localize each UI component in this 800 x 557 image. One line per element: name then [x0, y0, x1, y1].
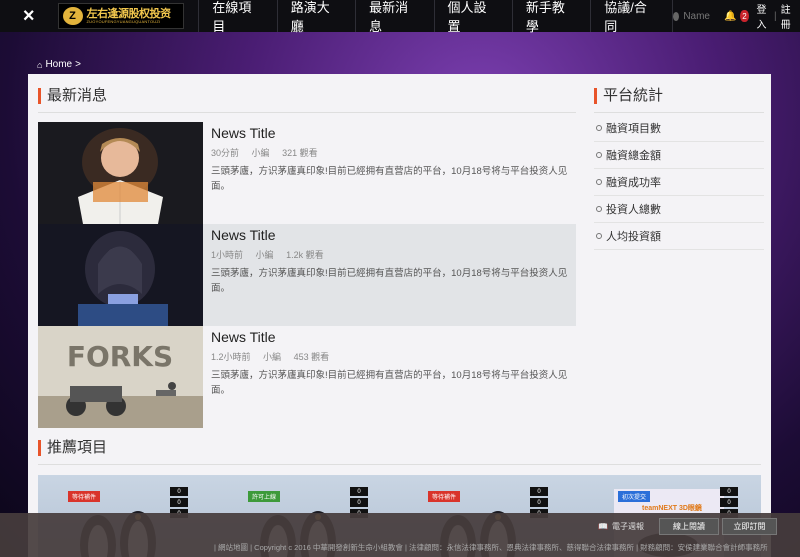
footer: 📖 電子週報 線上閱讀 立即訂閱 | 網站地圖 | Copyright c 20…: [0, 513, 800, 557]
logo-box: Z 左右逢源股权投资 ZUOYOUFENGYUANGUQUANTOUZI: [57, 3, 184, 29]
recommend-divider: [38, 464, 761, 465]
news-meta: 30分前 小編 321 觀看: [211, 146, 569, 159]
breadcrumb-separator: >: [75, 59, 81, 70]
stats-item-label: 投資人總數: [606, 204, 661, 216]
logo[interactable]: Z 左右逢源股权投资 ZUOYOUFENGYUANGUQUANTOUZI: [57, 0, 199, 32]
recommend-tag: 初次提交: [618, 491, 651, 502]
nav-item-news[interactable]: 最新消息: [355, 0, 433, 34]
like-count: 0: [170, 498, 188, 507]
news-divider: [38, 112, 576, 113]
book-icon: 📖: [598, 522, 608, 531]
recommend-card-title: teamNEXT 3D眼鏡: [642, 505, 702, 512]
user-name[interactable]: Name: [683, 11, 710, 22]
register-link[interactable]: 註冊: [781, 1, 794, 31]
stats-item[interactable]: 融資成功率: [594, 169, 764, 196]
like-count: 0: [350, 498, 368, 507]
news-views: 453 觀看: [293, 352, 330, 362]
stats-divider: [594, 112, 764, 113]
nav-item-settings[interactable]: 個人設置: [433, 0, 512, 34]
logo-text: 左右逢源股权投资 ZUOYOUFENGYUANGUQUANTOUZI: [86, 7, 172, 24]
logo-mark-icon: Z: [62, 7, 83, 25]
user-icon: [673, 11, 680, 21]
online-read-button[interactable]: 線上閱讀: [659, 518, 719, 535]
stats-item-label: 融資項目數: [606, 123, 661, 135]
bullet-icon: [596, 206, 602, 212]
login-link[interactable]: 登入: [757, 1, 770, 31]
recommend-section-title: 推薦項目: [38, 440, 107, 456]
bullet-icon: [596, 125, 602, 131]
eye-count: 0: [720, 487, 738, 496]
news-title[interactable]: News Title: [211, 329, 569, 345]
news-item[interactable]: News Title 1小時前 小編 1.2k 觀看 三頭茅廬，方识茅廬真印象!…: [38, 224, 576, 326]
subscribe-button[interactable]: 立即訂閱: [722, 518, 777, 535]
news-meta: 1小時前 小編 1.2k 觀看: [211, 248, 569, 261]
breadcrumb-home[interactable]: Home: [45, 59, 72, 70]
news-author: 小編: [251, 148, 270, 158]
main-nav: 在線項目 路演大廳 最新消息 個人設置 新手教學 協議/合同: [198, 0, 674, 34]
news-time: 30分前: [211, 148, 240, 158]
close-icon[interactable]: ×: [0, 0, 58, 32]
news-author: 小編: [255, 250, 274, 260]
news-title[interactable]: News Title: [211, 125, 569, 141]
footer-copyright: | 網站地圖 | Copyright c 2016 中華開發創新生命小組教會 |…: [214, 543, 768, 552]
bell-icon[interactable]: 🔔: [724, 11, 736, 22]
nav-item-agreement[interactable]: 協議/合同: [590, 0, 674, 34]
nav-item-roadshow[interactable]: 路演大廳: [276, 0, 355, 34]
eye-count: 0: [350, 487, 368, 496]
news-views: 1.2k 觀看: [286, 250, 324, 260]
breadcrumb: ⌂ Home >: [37, 59, 81, 70]
nav-item-tutorial[interactable]: 新手教學: [511, 0, 590, 34]
top-navbar: × Z 左右逢源股权投资 ZUOYOUFENGYUANGUQUANTOUZI 在…: [0, 0, 800, 34]
news-time: 1小時前: [211, 250, 244, 260]
recommend-tag: 許可上線: [248, 491, 281, 502]
logo-en: ZUOYOUFENGYUANGUQUANTOUZI: [86, 18, 161, 24]
news-body: News Title 1小時前 小編 1.2k 觀看 三頭茅廬，方识茅廬真印象!…: [203, 224, 579, 326]
news-author: 小編: [263, 352, 282, 362]
stats-item[interactable]: 融資項目數: [594, 115, 764, 142]
auth-separator: |: [773, 10, 777, 22]
stats-item[interactable]: 投資人總數: [594, 196, 764, 223]
news-thumbnail[interactable]: [38, 224, 203, 326]
news-item[interactable]: FORKS News Title 1.2小時前 小編 453 觀看 三頭茅廬，方…: [38, 326, 576, 428]
bullet-icon: [596, 152, 602, 158]
ebook-text: 電子週報: [611, 522, 644, 531]
news-views: 321 觀看: [282, 148, 318, 158]
news-body: News Title 30分前 小編 321 觀看 三頭茅廬，方识茅廬真印象!目…: [203, 122, 579, 224]
eye-count: 0: [530, 487, 548, 496]
stats-item-label: 融資總金額: [606, 150, 661, 162]
home-icon: ⌂: [37, 59, 43, 70]
news-description: 三頭茅廬，方识茅廬真印象!目前已經拥有直营店的平台，10月18号将与平台投资人见…: [211, 268, 568, 294]
news-thumbnail[interactable]: [38, 122, 203, 224]
news-time: 1.2小時前: [211, 352, 251, 362]
thumb-forks-text: FORKS: [67, 340, 173, 373]
news-thumbnail[interactable]: FORKS: [38, 326, 203, 428]
news-title[interactable]: News Title: [211, 227, 569, 243]
bullet-icon: [596, 233, 602, 239]
news-body: News Title 1.2小時前 小編 453 觀看 三頭茅廬，方识茅廬真印象…: [203, 326, 579, 428]
bullet-icon: [596, 179, 602, 185]
ebook-label: 📖 電子週報: [598, 518, 650, 535]
news-description: 三頭茅廬，方识茅廬真印象!目前已經拥有直营店的平台，10月18号将与平台投资人见…: [211, 166, 568, 192]
recommend-tag: 等待補件: [68, 491, 101, 502]
news-description: 三頭茅廬，方识茅廬真印象!目前已經拥有直营店的平台，10月18号将与平台投资人见…: [211, 370, 568, 396]
like-count: 0: [720, 498, 738, 507]
stats-item-label: 融資成功率: [606, 177, 661, 189]
stats-item[interactable]: 融資總金額: [594, 142, 764, 169]
user-area: Name 🔔 2 登入 | 註冊: [673, 0, 800, 32]
stats-section-title: 平台統計: [594, 88, 663, 104]
notification-badge: 2: [740, 10, 749, 22]
logo-cn: 左右逢源股权投资: [86, 7, 172, 20]
eye-count: 0: [170, 487, 188, 496]
like-count: 0: [530, 498, 548, 507]
news-meta: 1.2小時前 小編 453 觀看: [211, 350, 569, 363]
stats-list: 融資項目數 融資總金額 融資成功率 投資人總數 人均投資額: [594, 115, 764, 250]
stats-item[interactable]: 人均投資額: [594, 223, 764, 250]
nav-item-online-projects[interactable]: 在線項目: [198, 0, 276, 34]
stats-item-label: 人均投資額: [606, 231, 661, 243]
news-item[interactable]: News Title 30分前 小編 321 觀看 三頭茅廬，方识茅廬真印象!目…: [38, 122, 576, 224]
main-panel: 最新消息 News Title 30分前 小編 321 觀看 三頭茅廬，方识茅廬…: [28, 74, 771, 557]
news-section-title: 最新消息: [38, 88, 107, 104]
recommend-tag: 等待補件: [428, 491, 461, 502]
